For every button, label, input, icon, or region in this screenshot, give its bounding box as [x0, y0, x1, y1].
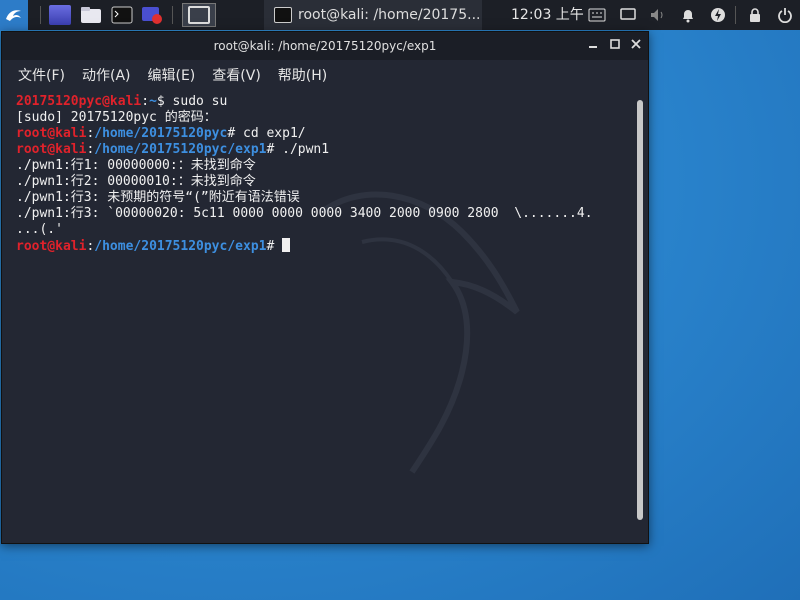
- workspace-switcher[interactable]: [182, 3, 216, 27]
- terminal-icon: [274, 7, 292, 23]
- terminal-line: [sudo] 20175120pyc 的密码：: [16, 110, 628, 126]
- terminal-text: ./pwn1:行3: `00000020: 5c11 0000 0000 000…: [16, 206, 593, 221]
- menu-view[interactable]: 查看(V): [212, 65, 261, 85]
- terminal-text: ./pwn1:行1: 00000000:：未找到命令: [16, 158, 256, 173]
- prompt-path: ~: [149, 94, 157, 109]
- menu-file[interactable]: 文件(F): [18, 65, 65, 85]
- power-icon[interactable]: [776, 6, 794, 24]
- prompt-path: /home/20175120pyc: [94, 126, 228, 141]
- close-icon[interactable]: [629, 38, 643, 52]
- menu-edit[interactable]: 编辑(E): [148, 65, 196, 85]
- folder-icon[interactable]: [79, 3, 103, 27]
- menu-help[interactable]: 帮助(H): [278, 65, 327, 85]
- terminal-text: ...(.': [16, 222, 63, 237]
- terminal-text: ./pwn1:行2: 00000010:：未找到命令: [16, 174, 256, 189]
- terminal-line: ...(.': [16, 222, 628, 238]
- prompt-user: 20175120pyc@kali: [16, 94, 142, 109]
- display-icon[interactable]: [619, 6, 637, 24]
- prompt-user: root@kali: [16, 239, 87, 254]
- terminal-window[interactable]: root@kali: /home/20175120pyc/exp1 文件(F) …: [1, 31, 649, 544]
- panel-separator: [172, 6, 173, 24]
- menu-actions[interactable]: 动作(A): [82, 65, 131, 85]
- terminal-line: ./pwn1:行1: 00000000:：未找到命令: [16, 158, 628, 174]
- terminal-line: ./pwn1:行3: `00000020: 5c11 0000 0000 000…: [16, 206, 628, 222]
- terminal-text: #: [266, 239, 283, 254]
- terminal-line: root@kali:/home/20175120pyc/exp1# ./pwn1: [16, 142, 628, 158]
- panel-separator: [40, 6, 41, 24]
- terminal-line: ./pwn1:行3: 未预期的符号“(”附近有语法错误: [16, 190, 628, 206]
- top-panel: root@kali: /home/20175... 12:03 上午: [0, 0, 800, 30]
- terminal-output[interactable]: 20175120pyc@kali:~$ sudo su [sudo] 201751…: [16, 94, 628, 534]
- lock-icon[interactable]: [746, 6, 764, 24]
- prompt-path: /home/20175120pyc/exp1: [94, 239, 267, 254]
- terminal-text: # cd exp1/: [227, 126, 306, 141]
- screen-recorder-icon[interactable]: [140, 3, 164, 27]
- terminal-line: root@kali:/home/20175120pyc/exp1#: [16, 238, 628, 254]
- window-title: root@kali: /home/20175120pyc/exp1: [213, 39, 437, 53]
- taskbar-task-title: root@kali: /home/20175...: [298, 7, 481, 23]
- panel-separator: [735, 6, 736, 24]
- keyboard-icon[interactable]: [588, 6, 606, 24]
- terminal-text: # ./pwn1: [266, 142, 330, 157]
- workspace-thumbnail: [188, 6, 210, 24]
- scrollbar[interactable]: [636, 98, 644, 540]
- kali-menu-icon[interactable]: [0, 0, 28, 30]
- terminal-text: [sudo] 20175120pyc 的密码：: [16, 110, 217, 125]
- terminal-line: ./pwn1:行2: 00000010:：未找到命令: [16, 174, 628, 190]
- terminal-cursor: [282, 238, 291, 252]
- maximize-icon[interactable]: [608, 38, 622, 52]
- volume-icon[interactable]: [649, 6, 667, 24]
- minimize-icon[interactable]: [586, 38, 600, 52]
- prompt-user: root@kali: [16, 126, 87, 141]
- clock[interactable]: 12:03 上午: [511, 0, 584, 30]
- scrollbar-thumb[interactable]: [637, 100, 643, 520]
- terminal-text: $ sudo su: [156, 94, 228, 109]
- prompt-path: /home/20175120pyc/exp1: [94, 142, 267, 157]
- file-manager-icon[interactable]: [48, 3, 72, 27]
- terminal-icon[interactable]: [110, 3, 134, 27]
- prompt-user: root@kali: [16, 142, 87, 157]
- terminal-text: ./pwn1:行3: 未预期的符号“(”附近有语法错误: [16, 190, 300, 205]
- terminal-text: :: [141, 94, 150, 109]
- power-manager-icon[interactable]: [709, 6, 727, 24]
- notification-bell-icon[interactable]: [679, 6, 697, 24]
- taskbar-terminal-button[interactable]: root@kali: /home/20175...: [264, 0, 482, 30]
- menu-bar: 文件(F) 动作(A) 编辑(E) 查看(V) 帮助(H): [2, 60, 648, 90]
- terminal-line: root@kali:/home/20175120pyc# cd exp1/: [16, 126, 628, 142]
- window-titlebar[interactable]: root@kali: /home/20175120pyc/exp1: [2, 32, 648, 60]
- terminal-line: 20175120pyc@kali:~$ sudo su: [16, 94, 628, 110]
